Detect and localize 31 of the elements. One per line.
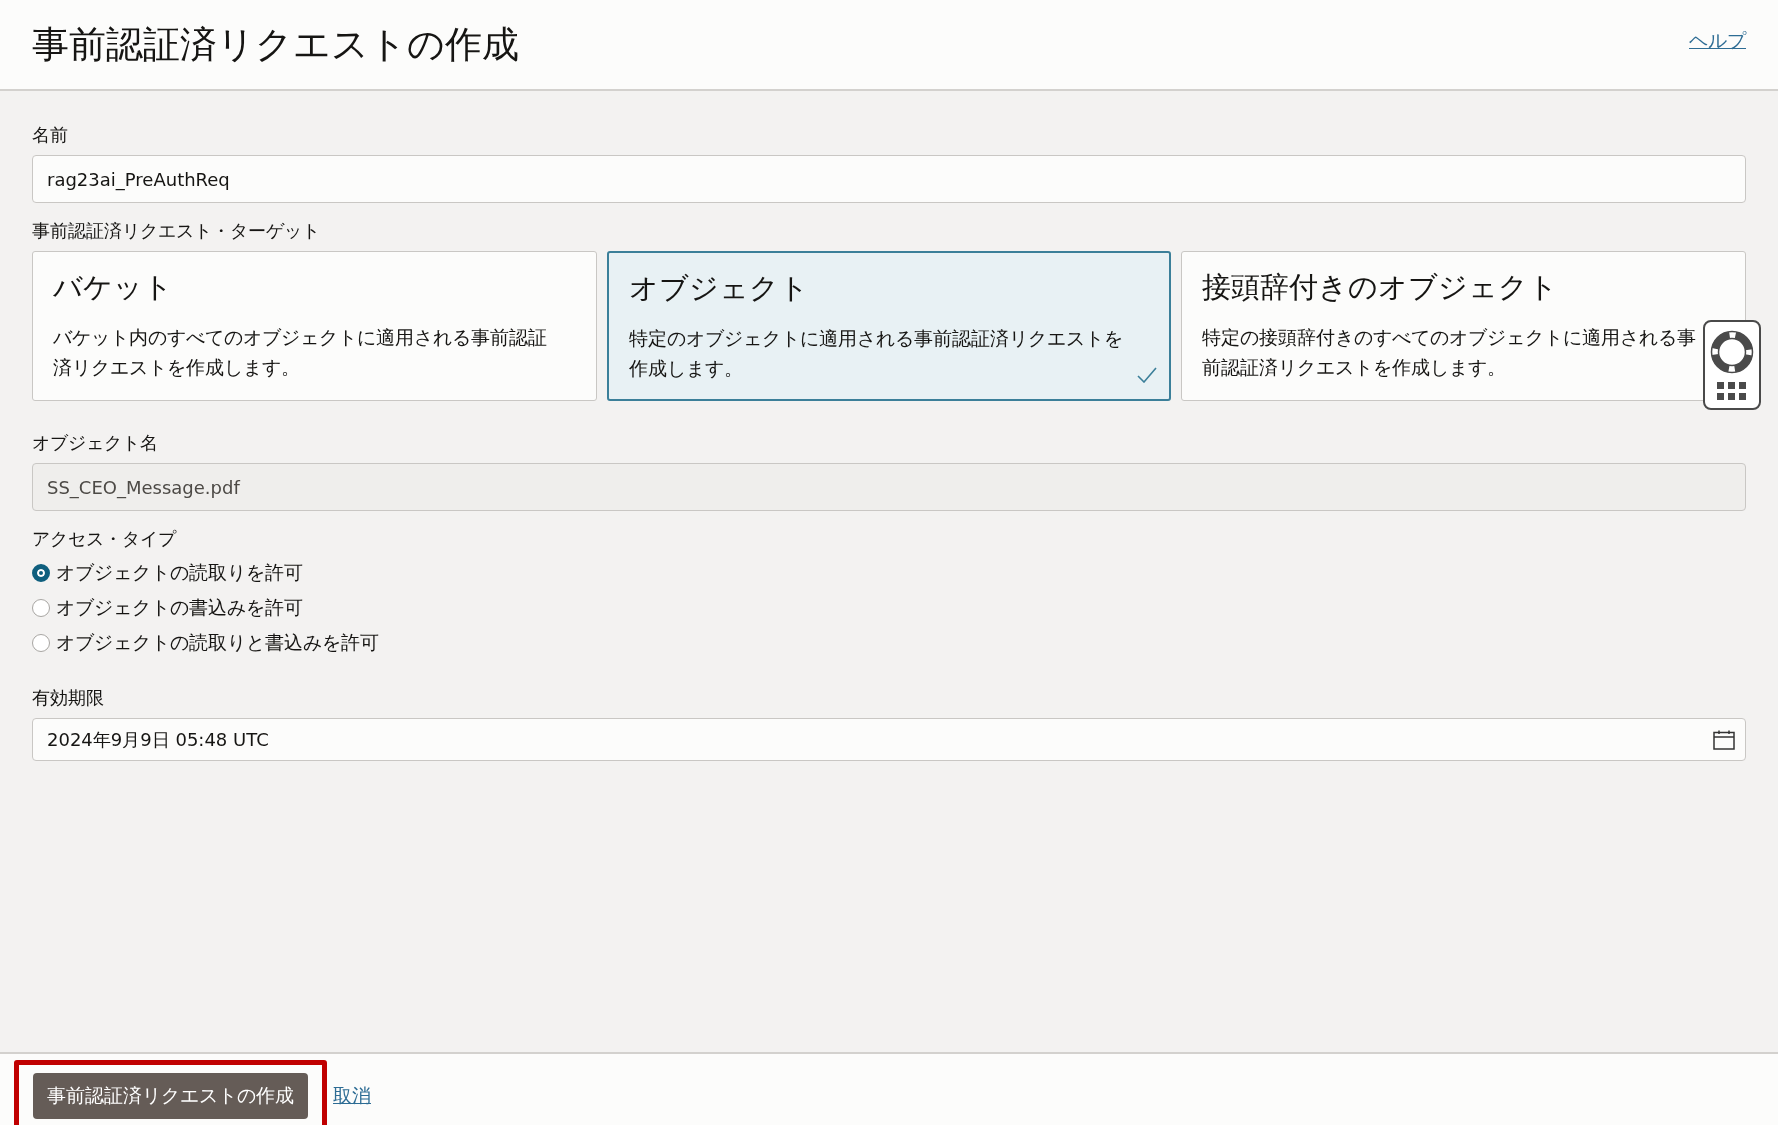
- create-button[interactable]: 事前認証済リクエストの作成: [33, 1072, 308, 1119]
- card-description: 特定の接頭辞付きのすべてのオブジェクトに適用される事前認証済リクエストを作成します。: [1202, 325, 1698, 380]
- date-field[interactable]: 2024年9月9日 05:48 UTC: [32, 718, 1746, 761]
- field-label: 名前: [32, 123, 68, 147]
- radio-button[interactable]: [32, 633, 50, 652]
- field-label: オブジェクト名: [32, 431, 158, 455]
- radio-button[interactable]: [32, 563, 50, 582]
- name-field[interactable]: rag23ai_PreAuthReq: [32, 155, 1746, 203]
- field-label: アクセス・タイプ: [32, 527, 176, 551]
- radio-label[interactable]: オブジェクトの書込みを許可: [56, 594, 303, 621]
- radio-button[interactable]: [32, 598, 50, 617]
- radio-label[interactable]: オブジェクトの読取りと書込みを許可: [56, 629, 379, 656]
- target-card[interactable]: オブジェクト 特定のオブジェクトに適用される事前認証済リクエストを作成します。: [606, 251, 1172, 401]
- cancel-link[interactable]: 取消: [333, 1082, 371, 1109]
- field-label: 事前認証済リクエスト・ターゲット: [32, 219, 320, 243]
- card-title: オブジェクト: [628, 270, 809, 307]
- card-title: 接頭辞付きのオブジェクト: [1202, 269, 1559, 306]
- card-description: 特定のオブジェクトに適用される事前認証済リクエストを作成します。: [628, 326, 1124, 381]
- grid-icon: [1717, 382, 1747, 400]
- help-link[interactable]: ヘルプ: [1689, 28, 1746, 54]
- radio-label[interactable]: オブジェクトの読取りを許可: [56, 559, 303, 586]
- check-icon: [1137, 367, 1158, 383]
- card-description: バケット内のすべてのオブジェクトに適用される事前認証済リクエストを作成します。: [53, 325, 548, 380]
- field-label: 有効期限: [32, 686, 104, 710]
- calendar-icon[interactable]: [1713, 729, 1735, 750]
- lifebuoy-icon: [1710, 330, 1754, 374]
- target-card[interactable]: バケット バケット内のすべてのオブジェクトに適用される事前認証済リクエストを作成します。: [32, 251, 597, 401]
- card-title: バケット: [53, 269, 173, 306]
- target-card[interactable]: 接頭辞付きのオブジェクト 特定の接頭辞付きのすべてのオブジェクトに適用される事前認証済リクエストを作成します。: [1181, 251, 1746, 401]
- page-title: 事前認証済リクエストの作成: [32, 21, 519, 68]
- help-widget[interactable]: [1703, 320, 1761, 410]
